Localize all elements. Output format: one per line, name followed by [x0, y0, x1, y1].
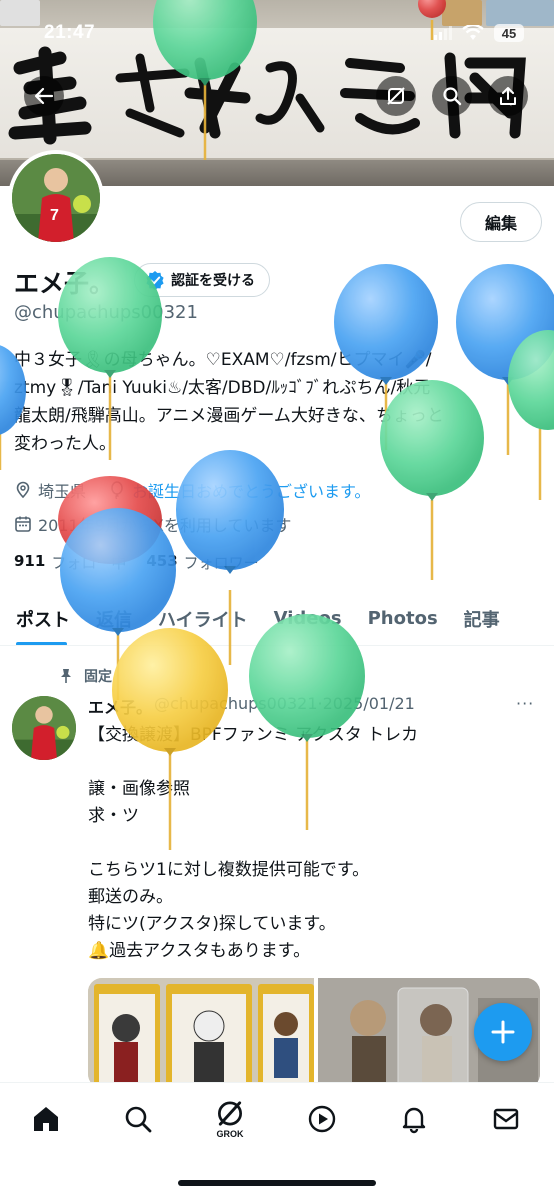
grok-icon [218, 1101, 242, 1126]
pin-icon [61, 669, 71, 683]
post-line: 求・ツ [88, 806, 139, 826]
image-off-icon [387, 87, 405, 105]
profile-joined-row: 2011年9月からXを利用しています [14, 512, 291, 536]
compose-post-button[interactable] [474, 1003, 532, 1061]
edit-profile-button[interactable]: 編集 [460, 202, 542, 242]
search-icon [443, 87, 462, 106]
wifi-icon [462, 25, 484, 40]
profile-avatar[interactable]: 7 [8, 150, 104, 246]
post-text[interactable]: 【交換譲渡】BPFファンミ アクスタ トレカ 譲・画像参照 求・ツ こちらツ1に… [88, 722, 538, 965]
display-name: エメ子。 [14, 269, 115, 298]
svg-text:7: 7 [50, 207, 59, 224]
post-line: 【交換譲渡】BPFファンミ アクスタ トレカ [88, 725, 419, 745]
nav-video[interactable] [300, 1099, 344, 1139]
following-count[interactable]: 911 [14, 552, 45, 573]
bell-icon [402, 1107, 426, 1134]
verified-badge-icon [146, 271, 164, 290]
post-line: 譲・画像参照 [88, 779, 190, 799]
post-line: 🔔過去アクスタもあります。 [88, 941, 311, 961]
trading-cards-image [88, 978, 314, 1088]
profile-joined: 2011年9月からXを利用しています [38, 516, 292, 535]
post-line [88, 749, 538, 776]
status-icons: 45 [434, 24, 524, 42]
post-date[interactable]: ·2025/01/21 [318, 694, 415, 713]
pinned-indicator: 固定 [58, 666, 112, 686]
status-bar: 21:47 45 [0, 0, 554, 64]
followers-count[interactable]: 453 [146, 552, 177, 573]
nav-messages[interactable] [484, 1099, 528, 1139]
search-icon [125, 1106, 152, 1133]
avatar-image [12, 696, 76, 760]
battery-indicator: 45 [494, 24, 524, 42]
follow-stats: 911 フォロー中 453 フォロワー [14, 552, 273, 573]
grok-label: GROK [216, 1129, 244, 1139]
tab-photos[interactable]: Photos [355, 592, 451, 645]
post-line: 特にツ(アクスタ)探しています。 [88, 914, 336, 934]
post-image-left[interactable] [88, 978, 314, 1088]
followers-label[interactable]: フォロワー [184, 552, 259, 573]
nav-grok[interactable]: GROK [208, 1099, 252, 1139]
nav-notifications[interactable] [392, 1099, 436, 1139]
nav-home[interactable] [24, 1099, 68, 1139]
pinned-label: 固定 [84, 669, 112, 685]
back-button[interactable] [24, 76, 64, 116]
avatar-image: 7 [12, 154, 100, 242]
balloon-icon [111, 481, 123, 499]
post-media[interactable] [88, 978, 540, 1088]
following-label[interactable]: フォロー中 [51, 552, 126, 573]
post-line: こちらツ1に対し複数提供可能です。 [88, 860, 370, 880]
post-line: 郵送のみ。 [88, 887, 173, 907]
post-author-avatar[interactable] [12, 696, 76, 760]
location-pin-icon [16, 481, 30, 499]
calendar-icon [15, 516, 31, 532]
get-verified-button[interactable]: 認証を受ける [134, 263, 270, 297]
birthday-link[interactable]: お誕生日おめでとうございます。 [132, 478, 370, 502]
profile-handle: @chupachups00321 [14, 302, 198, 323]
tab-videos[interactable]: Videos [261, 592, 355, 645]
share-icon [500, 87, 516, 105]
media-filter-button[interactable] [376, 76, 416, 116]
status-time: 21:47 [44, 22, 96, 43]
post-author-handle[interactable]: @chupachups00321 [154, 694, 318, 713]
nav-search[interactable] [116, 1099, 160, 1139]
post-line [88, 830, 538, 857]
bio-line: 変わった人。 [14, 434, 116, 454]
post-author-name[interactable]: エメ子。 [88, 694, 152, 718]
bio-line: ztmy🎖/Tani Yuuki♨/太客/DBD/ﾙｯｺﾞﾌﾞれぷちん/秋元 [14, 378, 431, 398]
post-more-button[interactable]: ··· [516, 694, 534, 713]
play-icon [308, 1105, 336, 1133]
profile-tabs: ポスト 返信 ハイライト Videos Photos 記事 [0, 592, 554, 646]
profile-meta-row: 埼玉県 お誕生日おめでとうございます。 [14, 478, 370, 502]
post-header: エメ子。 @chupachups00321·2025/01/21 [88, 694, 415, 718]
tab-articles[interactable]: 記事 [451, 592, 513, 645]
bio-line: 龍太朗/飛騨高山。アニメ漫画ゲーム大好きな、ちょっと [14, 406, 444, 426]
tab-replies[interactable]: 返信 [83, 592, 145, 645]
tab-highlights[interactable]: ハイライト [145, 592, 261, 645]
share-button[interactable] [488, 76, 528, 116]
get-verified-label: 認証を受ける [171, 273, 255, 289]
cellular-signal-icon [434, 26, 452, 40]
tab-posts[interactable]: ポスト [0, 592, 83, 645]
bio-line: 中３女子🎗の母ちゃん。♡EXAM♡/fzsm/ヒプマイ🎤/ [14, 350, 432, 370]
back-arrow-icon [34, 87, 54, 105]
search-button[interactable] [432, 76, 472, 116]
profile-location: 埼玉県 [38, 482, 87, 501]
plus-icon [491, 1020, 515, 1044]
home-icon [34, 1107, 58, 1131]
profile-bio: 中３女子🎗の母ちゃん。♡EXAM♡/fzsm/ヒプマイ🎤/ ztmy🎖/Tani… [14, 346, 544, 458]
home-indicator [178, 1180, 376, 1186]
mail-icon [493, 1108, 519, 1130]
